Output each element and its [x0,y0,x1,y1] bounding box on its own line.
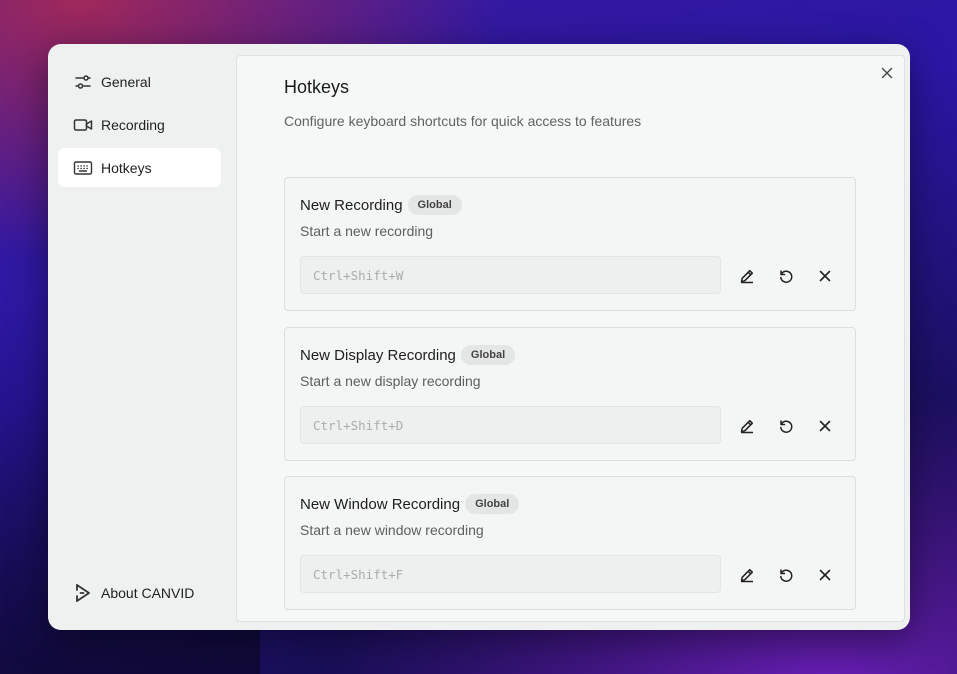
hotkey-description: Start a new recording [300,223,434,239]
sidebar-item-recording[interactable]: Recording [58,105,221,144]
reset-button[interactable] [775,564,797,586]
reset-icon [780,420,793,433]
close-icon [881,67,893,79]
hotkey-title: New Recording [300,196,403,214]
page-title: Hotkeys [284,77,350,97]
reset-icon [780,270,793,283]
hotkey-description: Start a new window recording [300,522,484,538]
hotkey-input[interactable] [300,256,721,294]
reset-icon [780,569,793,582]
about-link[interactable]: About CANVID [58,573,221,612]
clear-button[interactable] [814,415,836,437]
sidebar-item-label: General [101,73,151,90]
sidebar-item-general[interactable]: General [58,62,221,101]
close-icon [819,420,831,432]
pencil-icon [740,269,754,284]
clear-button[interactable] [814,564,836,586]
sidebar-item-label: Recording [101,116,165,133]
hotkey-card-new-window-recording: New Window Recording Global Start a new … [284,476,856,610]
canvid-logo-icon [73,583,93,603]
hotkeys-panel: Hotkeys Configure keyboard shortcuts for… [236,55,905,622]
hotkey-card-new-recording: New Recording Global Start a new recordi… [284,177,856,311]
sidebar-item-hotkeys[interactable]: Hotkeys [58,148,221,187]
hotkey-input[interactable] [300,555,721,593]
close-icon [819,270,831,282]
close-icon [819,569,831,581]
sidebar: General Recording Hotkeys About CANVID [48,44,236,630]
pencil-icon [740,568,754,583]
hotkey-card-new-display-recording: New Display Recording Global Start a new… [284,327,856,461]
hotkey-description: Start a new display recording [300,373,481,389]
video-camera-icon [73,115,93,135]
hotkey-title: New Display Recording [300,346,456,364]
settings-window: General Recording Hotkeys About CANVID H… [48,44,910,630]
edit-button[interactable] [736,265,758,287]
clear-button[interactable] [814,265,836,287]
keyboard-icon [73,158,93,178]
pencil-icon [740,419,754,434]
scope-badge: Global [465,494,520,514]
about-label: About CANVID [101,584,195,601]
sidebar-item-label: Hotkeys [101,159,152,176]
edit-button[interactable] [736,415,758,437]
reset-button[interactable] [775,415,797,437]
hotkey-title: New Window Recording [300,495,461,513]
hotkey-input[interactable] [300,406,721,444]
sliders-icon [73,72,93,92]
reset-button[interactable] [775,265,797,287]
close-button[interactable] [878,64,896,82]
scope-badge: Global [460,345,516,365]
edit-button[interactable] [736,564,758,586]
page-subtitle: Configure keyboard shortcuts for quick a… [284,113,642,129]
scope-badge: Global [407,195,462,215]
